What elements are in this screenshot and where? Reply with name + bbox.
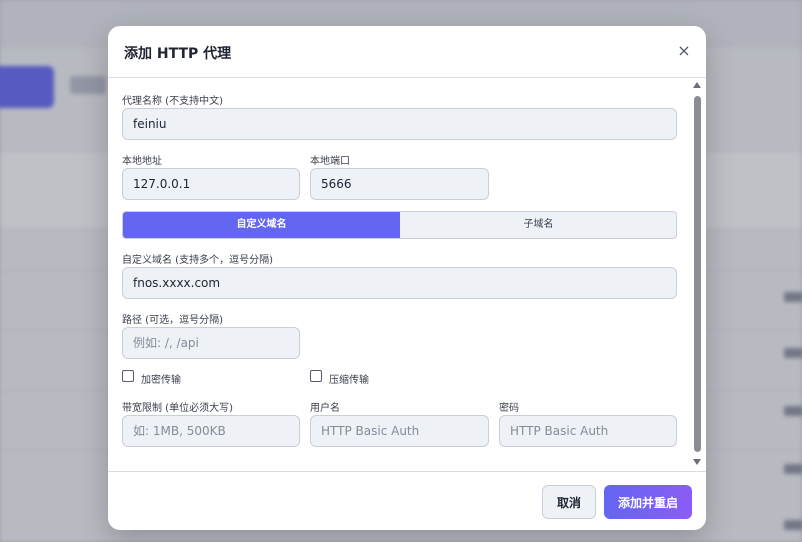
compression-label: 压缩传输 [329,375,369,386]
encryption-checkbox[interactable] [122,370,134,382]
password-label: 密码 [499,403,519,414]
path-label: 路径 (可选，逗号分隔) [122,315,223,326]
local-address-input[interactable] [122,168,300,200]
custom-domains-label: 自定义域名 (支持多个，逗号分隔) [122,255,273,266]
cancel-button[interactable]: 取消 [542,485,596,519]
domain-type-tabs: 自定义域名 子域名 [122,211,677,239]
username-label: 用户名 [310,403,340,414]
close-icon[interactable]: × [674,41,694,61]
add-and-restart-button[interactable]: 添加并重启 [604,485,692,519]
dialog-footer: 取消 添加并重启 [108,471,706,530]
path-input[interactable] [122,327,300,359]
scroll-down-arrow-icon[interactable] [693,459,701,465]
dialog-scrollbar[interactable] [691,82,703,468]
bandwidth-input[interactable] [122,415,300,447]
encryption-label: 加密传输 [141,375,181,386]
add-http-proxy-dialog: 添加 HTTP 代理 × 代理名称 (不支持中文) 本地地址 本地端口 自定义域… [108,26,706,530]
tab-custom-domain[interactable]: 自定义域名 [123,212,400,238]
scroll-up-arrow-icon[interactable] [693,82,701,88]
local-port-label: 本地端口 [310,156,350,167]
compression-checkbox[interactable] [310,370,322,382]
local-address-label: 本地地址 [122,156,162,167]
scrollbar-thumb[interactable] [694,96,701,452]
tab-subdomain[interactable]: 子域名 [400,212,676,238]
bandwidth-label: 带宽限制 (单位必须大写) [122,403,233,414]
dialog-header: 添加 HTTP 代理 × [108,26,706,78]
custom-domains-input[interactable] [122,267,677,299]
proxy-name-label: 代理名称 (不支持中文) [122,96,223,107]
dialog-title: 添加 HTTP 代理 [124,46,232,62]
local-port-input[interactable] [310,168,489,200]
password-input[interactable] [499,415,677,447]
proxy-name-input[interactable] [122,108,677,140]
username-input[interactable] [310,415,489,447]
dialog-body: 代理名称 (不支持中文) 本地地址 本地端口 自定义域名 子域名 自定义域名 (… [108,78,706,471]
